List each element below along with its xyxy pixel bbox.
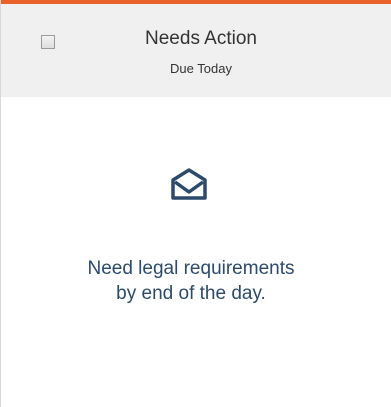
card-body: Need legal requirements by end of the da… — [1, 97, 391, 407]
task-card: Needs Action Due Today Need legal requir… — [0, 0, 391, 407]
card-message: Need legal requirements by end of the da… — [87, 258, 295, 304]
card-header: Needs Action Due Today — [1, 4, 391, 97]
envelope-open-icon — [169, 163, 209, 203]
card-status-title: Needs Action — [145, 28, 257, 49]
card-due-label: Due Today — [170, 61, 232, 76]
select-checkbox[interactable] — [41, 35, 55, 49]
